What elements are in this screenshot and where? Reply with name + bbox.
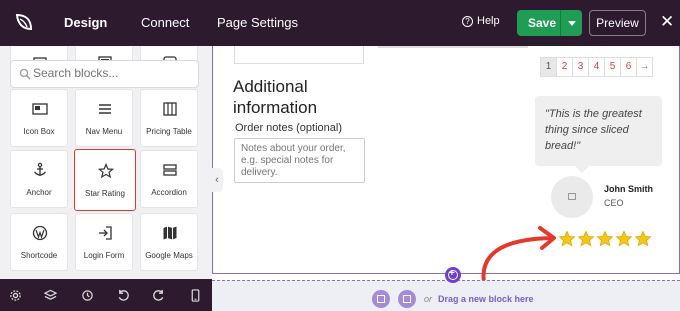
- help-label: Help: [477, 15, 500, 27]
- map-icon: [163, 226, 177, 240]
- save-button[interactable]: Save: [517, 10, 582, 36]
- tab-connect[interactable]: Connect: [141, 15, 189, 30]
- or-text: or: [424, 294, 433, 304]
- seedprod-logo-icon: [15, 13, 33, 31]
- icon-box-icon: [32, 103, 48, 115]
- testimonial-name: John Smith: [604, 184, 653, 194]
- next-page-arrow-icon[interactable]: →: [636, 57, 653, 77]
- nav-menu-icon: [99, 104, 111, 114]
- columns-icon: [377, 295, 385, 303]
- redo-icon[interactable]: [152, 289, 165, 302]
- wordpress-icon: [32, 225, 48, 241]
- star-icon: [98, 163, 114, 179]
- tab-design[interactable]: Design: [64, 15, 107, 30]
- gear-icon[interactable]: [9, 289, 22, 302]
- section-divider: [378, 46, 528, 48]
- star-icon: [615, 230, 633, 247]
- top-bar: Design Connect Page Settings ? Help Save…: [0, 0, 680, 46]
- sidebar-bottom-toolbar: [0, 279, 212, 311]
- drop-zone[interactable]: or Drag a new block here: [212, 280, 680, 311]
- preview-button[interactable]: Preview: [589, 10, 646, 36]
- page-link[interactable]: 1: [540, 57, 557, 77]
- close-icon[interactable]: ✕: [660, 12, 674, 32]
- save-label: Save: [528, 16, 557, 30]
- block-label: Login Form: [83, 251, 125, 260]
- order-notes-textarea[interactable]: [234, 138, 365, 183]
- pricing-table-icon: [163, 102, 177, 116]
- search-blocks-field[interactable]: [10, 60, 199, 88]
- block-label: Shortcode: [20, 251, 58, 260]
- history-icon[interactable]: [81, 289, 94, 302]
- anchor-icon: [34, 162, 46, 176]
- heading-text: Additional information: [233, 77, 318, 117]
- drag-block-text: Drag a new block here: [438, 294, 534, 304]
- accordion-icon: [163, 164, 177, 176]
- order-notes-label: Order notes (optional): [235, 122, 342, 134]
- section-icon: [403, 295, 411, 303]
- block-sidebar: Icon Box Nav Menu Pricing Table Anchor S…: [0, 46, 212, 279]
- undo-icon[interactable]: [117, 289, 130, 302]
- additional-information-heading: Additional information: [233, 76, 323, 118]
- block-anchor[interactable]: Anchor: [10, 150, 68, 208]
- collapse-sidebar-chevron-left-icon[interactable]: ‹: [211, 168, 223, 192]
- block-label: Nav Menu: [85, 127, 123, 136]
- search-input[interactable]: [33, 66, 193, 80]
- image-placeholder-icon: [568, 193, 576, 200]
- block-nav-menu[interactable]: Nav Menu: [75, 89, 133, 147]
- star-icon: [596, 230, 614, 247]
- star-icon: [634, 230, 652, 247]
- block-label: Accordion: [151, 188, 187, 197]
- search-icon: [19, 68, 31, 80]
- block-star-rating[interactable]: Star Rating: [74, 149, 136, 211]
- block-label: Anchor: [26, 188, 52, 197]
- login-icon: [99, 226, 112, 240]
- block-login-form[interactable]: Login Form: [75, 213, 133, 271]
- add-section-button[interactable]: [398, 290, 416, 308]
- help-link[interactable]: ? Help: [462, 15, 500, 27]
- testimonial-quote: "This is the greatest thing since sliced…: [535, 96, 662, 173]
- layers-icon[interactable]: [44, 289, 57, 302]
- pagination: 1 2 3 4 5 6 →: [540, 57, 653, 77]
- red-arrow-annotation: [481, 226, 556, 285]
- block-accordion[interactable]: Accordion: [140, 150, 198, 208]
- block-google-maps[interactable]: Google Maps: [140, 213, 198, 271]
- add-columns-button[interactable]: [372, 290, 390, 308]
- mobile-preview-icon[interactable]: [189, 289, 202, 302]
- add-section-plus-icon[interactable]: [445, 267, 461, 283]
- block-label: Icon Box: [23, 127, 55, 136]
- page-link[interactable]: 6: [620, 57, 637, 77]
- help-icon: ?: [462, 15, 473, 27]
- avatar: [551, 176, 593, 218]
- block-pricing-table[interactable]: Pricing Table: [140, 89, 198, 147]
- block-label: Star Rating: [84, 189, 126, 198]
- block-label: Pricing Table: [146, 127, 192, 136]
- form-field-partial: [234, 46, 364, 64]
- page-link[interactable]: 3: [572, 57, 589, 77]
- block-shortcode[interactable]: Shortcode: [10, 213, 68, 271]
- block-label: Google Maps: [145, 251, 193, 260]
- testimonial-title: CEO: [604, 198, 624, 208]
- page-link[interactable]: 5: [604, 57, 621, 77]
- block-icon-box[interactable]: Icon Box: [10, 89, 68, 147]
- tab-page-settings[interactable]: Page Settings: [217, 15, 298, 30]
- save-options-chevron-down-icon[interactable]: [560, 10, 582, 36]
- page-link[interactable]: 4: [588, 57, 605, 77]
- page-link[interactable]: 2: [556, 57, 573, 77]
